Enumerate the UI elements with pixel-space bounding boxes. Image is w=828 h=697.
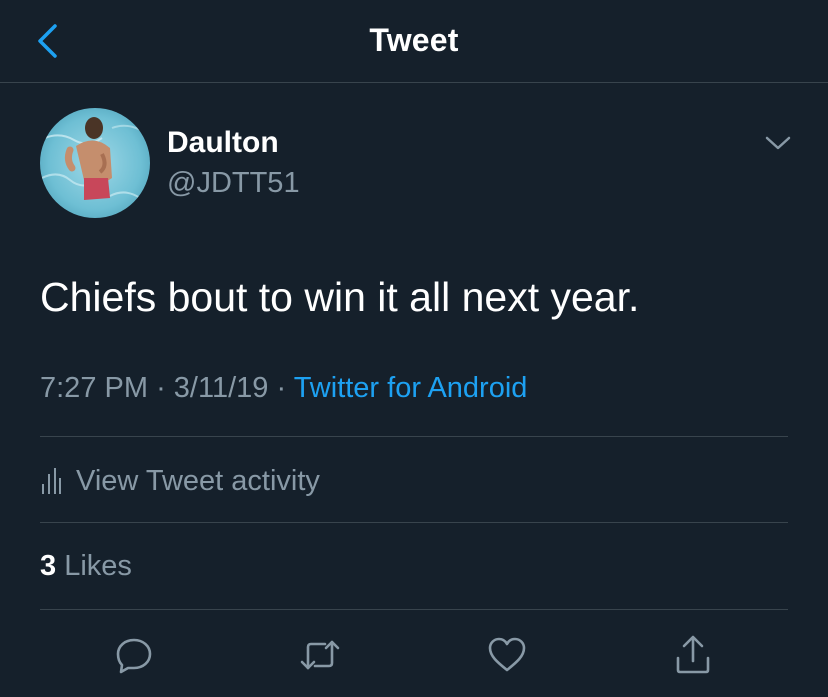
tweet-meta: 7:27 PM · 3/11/19 · Twitter for Android — [40, 372, 527, 405]
heart-icon — [488, 637, 526, 672]
share-button[interactable] — [671, 633, 715, 677]
likes-count: 3 — [40, 550, 57, 582]
share-icon — [676, 635, 710, 674]
reply-button[interactable] — [112, 633, 156, 677]
more-options-button[interactable] — [760, 128, 796, 158]
tweet-detail-screen: Tweet Daulton @JDTT51 Chiefs bout to win… — [0, 0, 828, 697]
reply-icon — [116, 638, 152, 674]
tweet-date: 3/11/19 — [173, 372, 269, 404]
page-title: Tweet — [369, 22, 459, 58]
divider — [40, 609, 788, 610]
avatar-image — [40, 108, 150, 218]
author-handle[interactable]: @JDTT51 — [167, 167, 300, 200]
retweet-button[interactable] — [298, 633, 342, 677]
header-bar: Tweet — [0, 0, 828, 83]
like-button[interactable] — [485, 633, 529, 677]
meta-separator: · — [156, 372, 166, 404]
avatar[interactable] — [40, 108, 150, 218]
divider — [40, 522, 788, 523]
tweet-source-link[interactable]: Twitter for Android — [294, 372, 528, 404]
chevron-down-icon — [765, 136, 791, 150]
divider — [40, 436, 788, 437]
tweet-time: 7:27 PM — [40, 372, 148, 404]
author-name[interactable]: Daulton — [167, 126, 279, 160]
likes-label: Likes — [64, 550, 132, 582]
view-tweet-activity-label: View Tweet activity — [76, 464, 320, 497]
tweet-text: Chiefs bout to win it all next year. — [40, 274, 640, 320]
retweet-icon — [300, 640, 340, 670]
meta-separator: · — [276, 372, 287, 404]
view-tweet-activity-button[interactable]: View Tweet activity — [40, 460, 320, 502]
likes-stat[interactable]: 3 Likes — [40, 550, 132, 583]
bar-chart-icon — [42, 468, 61, 494]
